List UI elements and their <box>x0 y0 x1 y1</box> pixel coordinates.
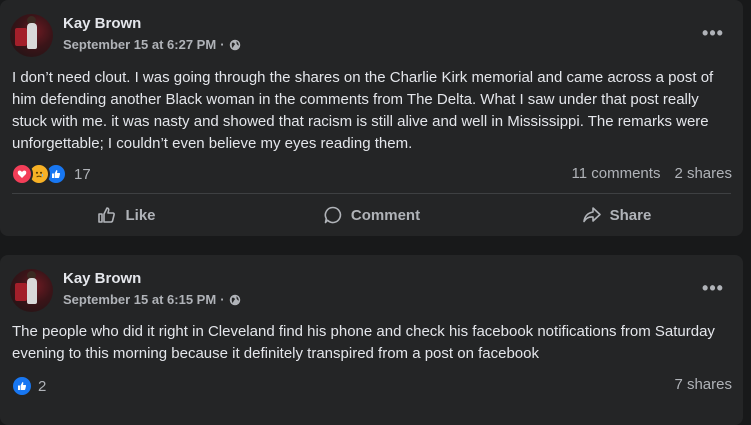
avatar-flag <box>15 28 27 46</box>
post-stats: 11 comments 2 shares <box>572 165 732 182</box>
post-card: Kay Brown September 15 at 6:15 PM · ••• … <box>0 255 743 425</box>
post-text: I don’t need clout. I was going through … <box>12 69 714 152</box>
thumbs-up-icon <box>98 207 116 223</box>
share-label: Share <box>609 206 652 224</box>
reaction-count[interactable]: 17 <box>74 166 91 183</box>
more-options-button[interactable]: ••• <box>695 15 731 51</box>
post-card: Kay Brown September 15 at 6:27 PM · ••• … <box>0 0 743 236</box>
reaction-summary[interactable]: 17 <box>11 163 91 185</box>
divider <box>12 193 731 194</box>
avatar-figure <box>27 278 37 304</box>
like-label: Like <box>125 206 156 224</box>
meta-separator: · <box>220 292 225 307</box>
post-stats: 7 shares <box>674 376 732 393</box>
avatar[interactable] <box>10 269 53 312</box>
action-bar: Like Comment Share <box>4 195 739 235</box>
avatar[interactable] <box>10 14 53 57</box>
author-name[interactable]: Kay Brown <box>63 270 141 287</box>
like-icon <box>11 375 33 397</box>
author-name[interactable]: Kay Brown <box>63 15 141 32</box>
post-timestamp[interactable]: September 15 at 6:27 PM <box>63 37 216 52</box>
comment-icon <box>324 206 342 224</box>
post-timestamp[interactable]: September 15 at 6:15 PM <box>63 292 216 307</box>
share-icon <box>582 207 601 223</box>
post-meta: September 15 at 6:15 PM · <box>63 292 241 307</box>
comments-count[interactable]: 11 comments <box>572 165 661 182</box>
comment-button[interactable]: Comment <box>249 195 494 235</box>
like-button[interactable]: Like <box>4 195 249 235</box>
avatar-flag <box>15 283 27 301</box>
globe-icon <box>229 39 240 50</box>
shares-count[interactable]: 2 shares <box>674 165 732 182</box>
share-button[interactable]: Share <box>494 195 739 235</box>
reaction-count[interactable]: 2 <box>38 378 46 395</box>
meta-separator: · <box>220 37 225 52</box>
avatar-figure <box>27 23 37 49</box>
comment-label: Comment <box>350 206 421 224</box>
reaction-summary[interactable]: 2 <box>11 375 46 397</box>
post-text: The people who did it right in Cleveland… <box>12 323 715 362</box>
shares-count[interactable]: 7 shares <box>674 376 732 393</box>
globe-icon <box>229 294 240 305</box>
more-options-button[interactable]: ••• <box>695 270 731 306</box>
love-icon <box>11 163 33 185</box>
post-meta: September 15 at 6:27 PM · <box>63 37 241 52</box>
